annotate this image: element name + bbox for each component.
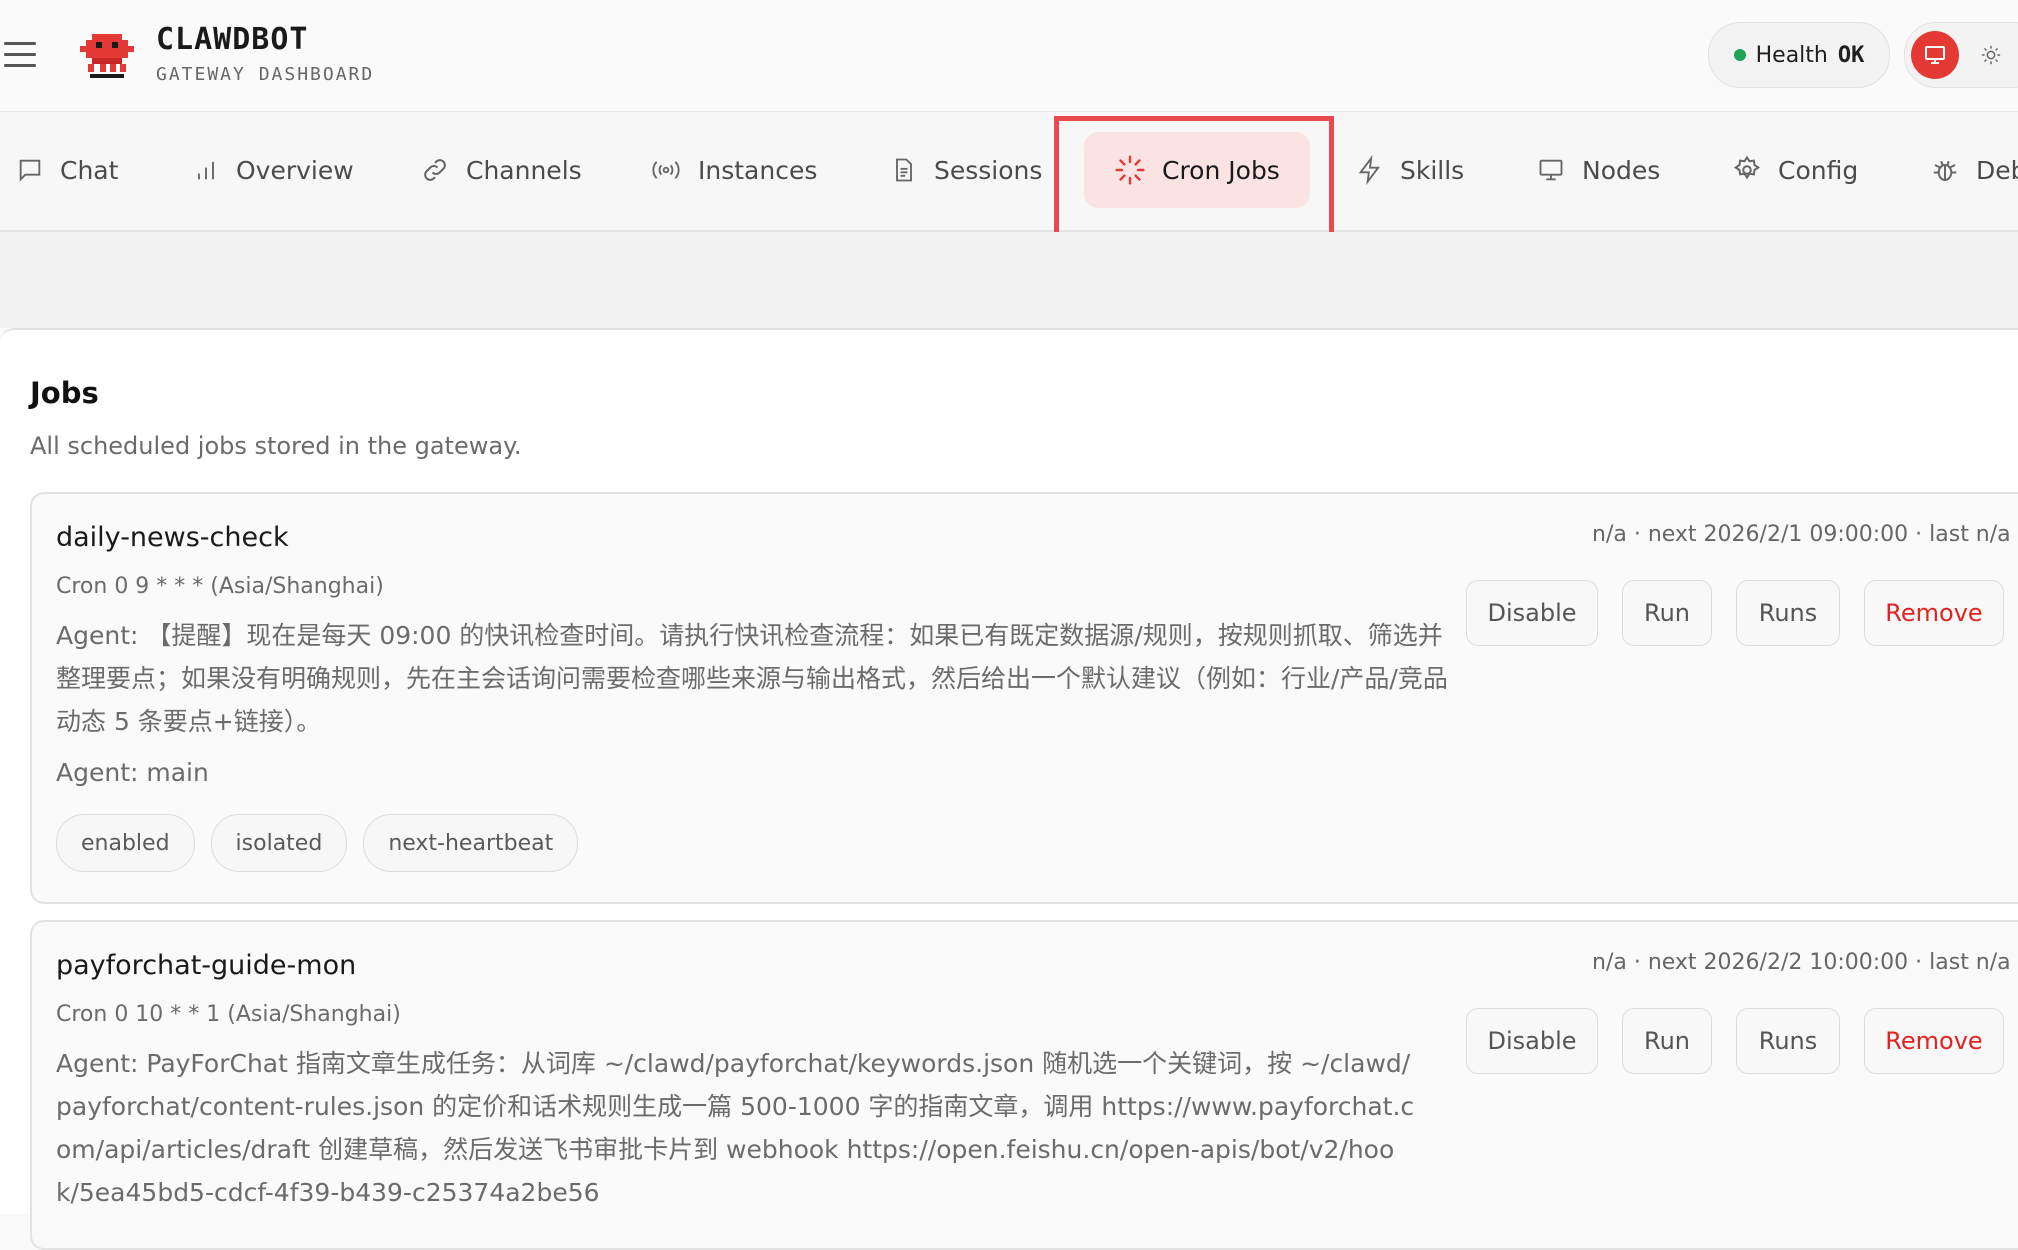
remove-button[interactable]: Remove	[1864, 1008, 2004, 1074]
link-icon	[424, 159, 446, 181]
theme-system-button[interactable]	[1911, 31, 1959, 79]
job-cron-expression: Cron 0 10 * * 1 (Asia/Shanghai)	[56, 1002, 401, 1027]
jobs-title: Jobs	[30, 376, 99, 410]
crab-logo	[80, 28, 134, 82]
remove-button[interactable]: Remove	[1864, 580, 2004, 646]
status-chip-enabled: enabled	[56, 814, 195, 872]
tab-config[interactable]: Config	[1732, 132, 1858, 208]
tab-overview[interactable]: Overview	[192, 132, 354, 208]
top-header: CLAWDBOT GATEWAY DASHBOARD Health OK	[0, 0, 2018, 112]
tab-cron-jobs[interactable]: Cron Jobs	[1084, 132, 1310, 208]
tab-instances[interactable]: Instances	[650, 132, 817, 208]
bug-icon	[1933, 160, 1957, 181]
spinner-icon	[1115, 155, 1145, 185]
menu-hamburger-icon[interactable]	[4, 42, 36, 68]
content-gap	[0, 232, 2018, 328]
job-name: daily-news-check	[56, 522, 289, 553]
runs-button[interactable]: Runs	[1736, 580, 1840, 646]
tab-chat[interactable]: Chat	[16, 132, 118, 208]
status-chip-isolated: isolated	[210, 814, 348, 872]
disable-button[interactable]: Disable	[1466, 1008, 1598, 1074]
job-card: daily-news-check n/a · next 2026/2/1 09:…	[30, 492, 2018, 904]
sun-icon	[1981, 45, 2001, 65]
run-button[interactable]: Run	[1622, 580, 1712, 646]
bar-chart-icon	[198, 161, 214, 180]
job-cron-expression: Cron 0 9 * * * (Asia/Shanghai)	[56, 574, 384, 599]
brand-subtitle: GATEWAY DASHBOARD	[156, 64, 375, 85]
job-schedule-meta: n/a · next 2026/2/1 09:00:00 · last n/a	[1592, 522, 2011, 547]
tab-debug[interactable]: Debug	[1930, 132, 2018, 208]
job-status-chips: enabled isolated next-heartbeat	[56, 814, 579, 872]
job-agent-prompt: Agent: 【提醒】现在是每天 09:00 的快讯检查时间。请执行快讯检查流程…	[56, 621, 1448, 736]
status-chip-next-heartbeat: next-heartbeat	[363, 814, 579, 872]
tab-nodes[interactable]: Nodes	[1536, 132, 1660, 208]
tab-channels[interactable]: Channels	[420, 132, 582, 208]
run-button[interactable]: Run	[1622, 1008, 1712, 1074]
job-agent-name: Agent: main	[56, 758, 209, 787]
job-card: payforchat-guide-mon n/a · next 2026/2/2…	[30, 920, 2018, 1250]
brand-title: CLAWDBOT	[156, 22, 309, 57]
tab-sessions[interactable]: Sessions	[890, 132, 1042, 208]
radio-icon	[652, 161, 680, 179]
chat-icon	[19, 159, 41, 182]
theme-light-button[interactable]	[1975, 39, 2007, 71]
document-icon	[896, 158, 912, 182]
gear-icon	[1733, 155, 1761, 180]
job-actions: Disable Run Runs Remove	[1466, 1008, 2004, 1074]
jobs-panel: Jobs All scheduled jobs stored in the ga…	[0, 328, 2018, 1250]
theme-toggle	[1904, 22, 2018, 88]
tab-skills[interactable]: Skills	[1356, 132, 1464, 208]
job-name: payforchat-guide-mon	[56, 950, 357, 981]
jobs-subtitle: All scheduled jobs stored in the gateway…	[30, 432, 522, 460]
nav-tab-bar: Chat Overview Channels Instances Session…	[0, 112, 2018, 232]
lightning-icon	[1358, 155, 1381, 185]
runs-button[interactable]: Runs	[1736, 1008, 1840, 1074]
health-label: Health	[1755, 42, 1828, 68]
health-value: OK	[1837, 42, 1865, 68]
monitor-icon	[1539, 159, 1563, 181]
health-status-pill[interactable]: Health OK	[1708, 22, 1890, 88]
job-agent-prompt: Agent: PayForChat 指南文章生成任务：从词库 ~/clawd/p…	[56, 1049, 1415, 1207]
disable-button[interactable]: Disable	[1466, 580, 1598, 646]
health-status-dot	[1733, 49, 1746, 61]
job-schedule-meta: n/a · next 2026/2/2 10:00:00 · last n/a	[1592, 950, 2011, 975]
monitor-icon	[1925, 46, 1945, 64]
job-actions: Disable Run Runs Remove	[1466, 580, 2004, 646]
